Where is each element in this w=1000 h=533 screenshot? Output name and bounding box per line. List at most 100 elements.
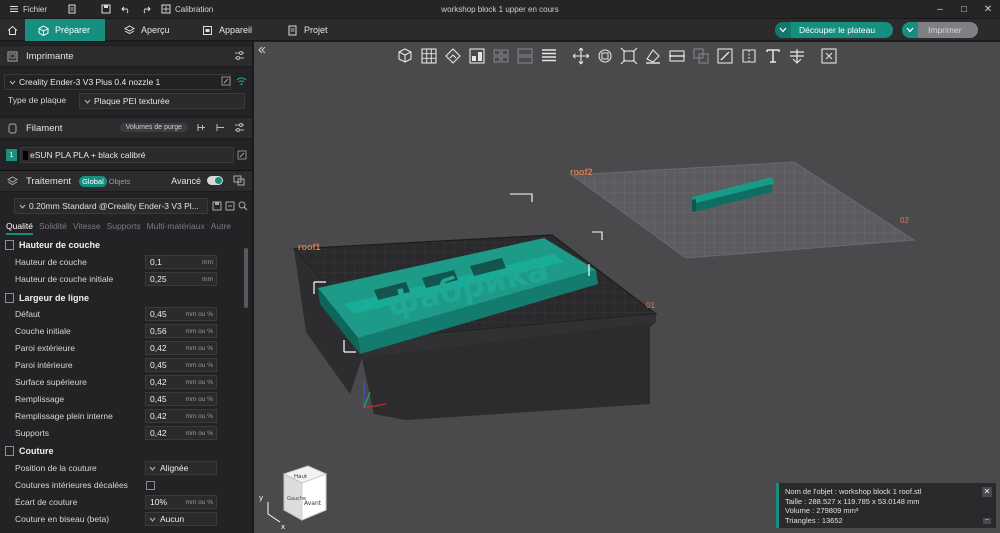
- line-width-input[interactable]: 0,42 mm ou %: [145, 341, 217, 355]
- tab-other[interactable]: Autre: [211, 221, 231, 235]
- undo-button[interactable]: [116, 0, 136, 19]
- add-filament-icon[interactable]: [196, 122, 207, 133]
- home-icon: [7, 25, 18, 35]
- line-width-value: 0,42: [150, 343, 167, 353]
- global-mode-toggle[interactable]: Global: [79, 175, 107, 187]
- seam-position-value: Alignée: [160, 463, 189, 473]
- line-width-input[interactable]: 0,45 mm ou %: [145, 307, 217, 321]
- seam-gap-input[interactable]: 10% mm ou %: [145, 495, 217, 509]
- object-name: Nom de l'objet : workshop block 1 roof.s…: [785, 487, 922, 496]
- remove-filament-icon[interactable]: [215, 122, 226, 133]
- line-width-value: 0,42: [150, 428, 167, 438]
- close-button[interactable]: ✕: [976, 0, 1000, 19]
- line-width-label: Paroi extérieure: [15, 343, 76, 353]
- seam-gap-unit: mm ou %: [185, 499, 213, 506]
- plate-2-name: roof2: [570, 167, 593, 177]
- save-icon[interactable]: [212, 201, 222, 211]
- tab-strength[interactable]: Solidité: [39, 221, 67, 235]
- document-menu-button[interactable]: [62, 0, 82, 19]
- printer-select[interactable]: Creality Ender-3 V3 Plus 0.4 nozzle 1: [4, 74, 231, 90]
- print-label: Imprimer: [918, 22, 978, 38]
- filament-select[interactable]: eSUN PLA PLA + black calibré: [20, 147, 234, 163]
- initial-layer-height-input[interactable]: 0,25 mm: [145, 272, 217, 286]
- seam-position-label: Position de la couture: [15, 463, 97, 473]
- redo-button[interactable]: [136, 0, 156, 19]
- tab-device[interactable]: Appareil: [202, 19, 252, 41]
- edit-icon[interactable]: [237, 150, 247, 160]
- line-width-input[interactable]: 0,42 mm ou %: [145, 426, 217, 440]
- plate-1-label: roof1: [298, 242, 321, 252]
- line-width-unit: mm ou %: [185, 413, 213, 420]
- seam-position-select[interactable]: Alignée: [145, 461, 217, 475]
- tab-supports[interactable]: Supports: [107, 221, 141, 235]
- line-width-input[interactable]: 0,56 mm ou %: [145, 324, 217, 338]
- slice-options-chevron[interactable]: [775, 22, 791, 38]
- tab-multimaterial[interactable]: Multi-matériaux: [147, 221, 205, 235]
- filament-color-swatch: [23, 150, 28, 160]
- settings-scrollbar[interactable]: [244, 248, 248, 308]
- process-icon: [6, 175, 18, 187]
- minus-box-icon[interactable]: [225, 201, 235, 211]
- build-plate-2[interactable]: [570, 161, 916, 259]
- initial-layer-height-row: Hauteur de couche initiale 0,25 mm: [0, 271, 245, 288]
- main-tab-bar: Préparer Aperçu Appareil Projet Découper…: [0, 19, 1000, 41]
- filament-icon: [6, 122, 18, 134]
- 3d-viewport[interactable]: roof2 02 roof1 01 фабрика Haut Avant Gau…: [254, 42, 1000, 533]
- tab-quality[interactable]: Qualité: [6, 221, 33, 235]
- sliders-icon[interactable]: [234, 122, 245, 133]
- layer-height-unit: mm: [202, 259, 213, 266]
- line-width-value: 0,45: [150, 309, 167, 319]
- plate-type-select[interactable]: Plaque PEI texturée: [79, 93, 245, 109]
- save-icon: [101, 4, 111, 14]
- line-width-input[interactable]: 0,42 mm ou %: [145, 375, 217, 389]
- save-button[interactable]: [96, 0, 116, 19]
- printer-icon: [203, 25, 212, 35]
- file-menu[interactable]: Fichier: [4, 0, 52, 19]
- maximize-button[interactable]: □: [952, 0, 976, 19]
- plate-2-corner: 02: [900, 216, 909, 225]
- tab-preview[interactable]: Aperçu: [124, 19, 170, 41]
- layer-height-input[interactable]: 0,1 mm: [145, 255, 217, 269]
- 3d-scene[interactable]: roof2 02 roof1 01 фабрика Haut Avant Gau…: [254, 42, 1000, 533]
- line-width-unit: mm ou %: [185, 379, 213, 386]
- view-cube[interactable]: Haut Avant Gauche y x: [259, 465, 328, 531]
- edit-icon[interactable]: [221, 76, 231, 86]
- line-width-input[interactable]: 0,42 mm ou %: [145, 409, 217, 423]
- filament-slot-number[interactable]: 1: [6, 149, 17, 161]
- sliders-icon[interactable]: [234, 50, 245, 61]
- tab-project[interactable]: Projet: [287, 19, 328, 41]
- slice-plate-button[interactable]: Découper le plateau: [775, 22, 893, 38]
- minimize-button[interactable]: –: [928, 0, 952, 19]
- staggered-seams-label: Coutures intérieures décalées: [15, 480, 128, 490]
- staggered-seams-row: Coutures intérieures décalées: [0, 477, 245, 494]
- collapse-info-button[interactable]: –: [983, 517, 991, 524]
- print-options-chevron[interactable]: [902, 22, 918, 38]
- line-width-input[interactable]: 0,45 mm ou %: [145, 392, 217, 406]
- objects-mode-toggle[interactable]: Objets: [109, 177, 131, 186]
- purge-volumes-button[interactable]: Volumes de purge: [119, 123, 188, 132]
- advanced-toggle[interactable]: [207, 176, 223, 185]
- staggered-seams-checkbox[interactable]: [146, 481, 155, 490]
- calibration-menu[interactable]: Calibration: [156, 0, 218, 19]
- wifi-icon[interactable]: [236, 76, 247, 86]
- seam-gap-label: Écart de couture: [15, 497, 78, 507]
- search-icon[interactable]: [238, 201, 248, 211]
- plate-2-label: roof2: [570, 167, 593, 177]
- home-button[interactable]: [0, 19, 25, 41]
- line-width-input[interactable]: 0,45 mm ou %: [145, 358, 217, 372]
- close-info-button[interactable]: ✕: [982, 487, 992, 497]
- print-button[interactable]: Imprimer: [902, 22, 978, 38]
- process-profile-select[interactable]: 0.20mm Standard @Creality Ender-3 V3 Pl.…: [14, 198, 208, 214]
- slice-plate-label: Découper le plateau: [799, 25, 876, 35]
- layers-icon: [124, 24, 135, 34]
- tab-device-label: Appareil: [219, 25, 253, 35]
- project-icon: [288, 25, 297, 35]
- cube-icon: [38, 24, 49, 36]
- tab-prepare[interactable]: Préparer: [25, 19, 105, 41]
- tab-speed[interactable]: Vitesse: [73, 221, 101, 235]
- line-width-group: Largeur de ligne: [0, 290, 245, 306]
- document-icon: [68, 4, 76, 14]
- compare-icon[interactable]: [233, 175, 245, 186]
- plate-1-corner: 01: [646, 301, 655, 310]
- scarf-seam-select[interactable]: Aucun: [145, 512, 217, 526]
